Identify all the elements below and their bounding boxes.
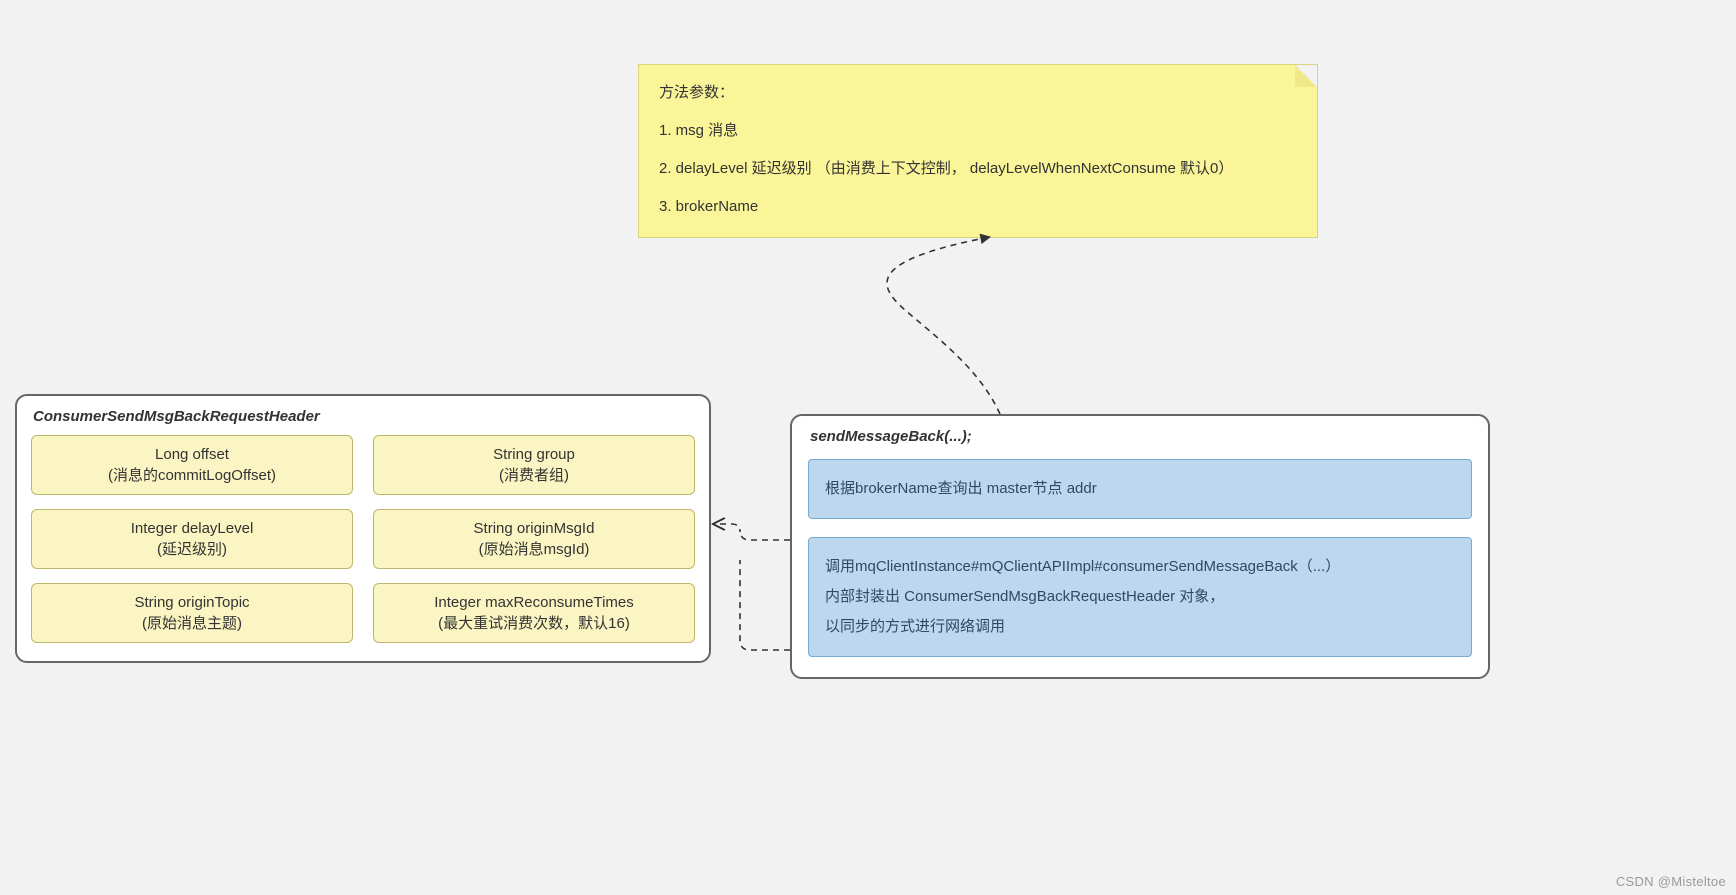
field-offset: Long offset (消息的commitLogOffset) <box>31 435 353 495</box>
field-desc: (原始消息msgId) <box>380 539 688 560</box>
field-max-reconsume-times: Integer maxReconsumeTimes (最大重试消费次数，默认16… <box>373 583 695 643</box>
field-name: Integer delayLevel <box>38 518 346 539</box>
note-fold-corner <box>1295 65 1317 87</box>
field-name: Integer maxReconsumeTimes <box>380 592 688 613</box>
field-grid: Long offset (消息的commitLogOffset) String … <box>31 435 695 643</box>
step-line-1: 调用mqClientInstance#mQClientAPIImpl#consu… <box>825 552 1455 582</box>
field-name: String originMsgId <box>380 518 688 539</box>
field-desc: (原始消息主题) <box>38 613 346 634</box>
field-name: String originTopic <box>38 592 346 613</box>
field-desc: (延迟级别) <box>38 539 346 560</box>
send-message-back-box: sendMessageBack(...); 根据brokerName查询出 ma… <box>790 414 1490 679</box>
field-name: Long offset <box>38 444 346 465</box>
step-lookup-master-addr: 根据brokerName查询出 master节点 addr <box>808 459 1472 519</box>
note-line-1: 1. msg 消息 <box>659 119 1297 143</box>
field-name: String group <box>380 444 688 465</box>
right-box-title: sendMessageBack(...); <box>810 428 1472 445</box>
step-call-api-impl: 调用mqClientInstance#mQClientAPIImpl#consu… <box>808 537 1472 657</box>
field-origin-topic: String originTopic (原始消息主题) <box>31 583 353 643</box>
field-desc: (消费者组) <box>380 465 688 486</box>
step-line-3: 以同步的方式进行网络调用 <box>825 612 1455 642</box>
field-delay-level: Integer delayLevel (延迟级别) <box>31 509 353 569</box>
request-header-class-box: ConsumerSendMsgBackRequestHeader Long of… <box>15 394 711 663</box>
connector-note-to-method <box>887 237 1000 414</box>
step-line-2: 内部封装出 ConsumerSendMsgBackRequestHeader 对… <box>825 582 1455 612</box>
field-desc: (消息的commitLogOffset) <box>38 465 346 486</box>
step-text: 根据brokerName查询出 master节点 addr <box>825 474 1455 504</box>
watermark: CSDN @Misteltoe <box>1616 874 1726 889</box>
note-line-3: 3. brokerName <box>659 195 1297 219</box>
method-params-note: 方法参数： 1. msg 消息 2. delayLevel 延迟级别 （由消费上… <box>638 64 1318 238</box>
field-desc: (最大重试消费次数，默认16) <box>380 613 688 634</box>
note-line-2: 2. delayLevel 延迟级别 （由消费上下文控制， delayLevel… <box>659 157 1297 181</box>
note-header: 方法参数： <box>659 81 1297 105</box>
connector-step2-to-header <box>740 560 790 650</box>
connector-method-to-header <box>714 524 790 540</box>
left-box-title: ConsumerSendMsgBackRequestHeader <box>33 408 695 425</box>
field-origin-msg-id: String originMsgId (原始消息msgId) <box>373 509 695 569</box>
field-group: String group (消费者组) <box>373 435 695 495</box>
